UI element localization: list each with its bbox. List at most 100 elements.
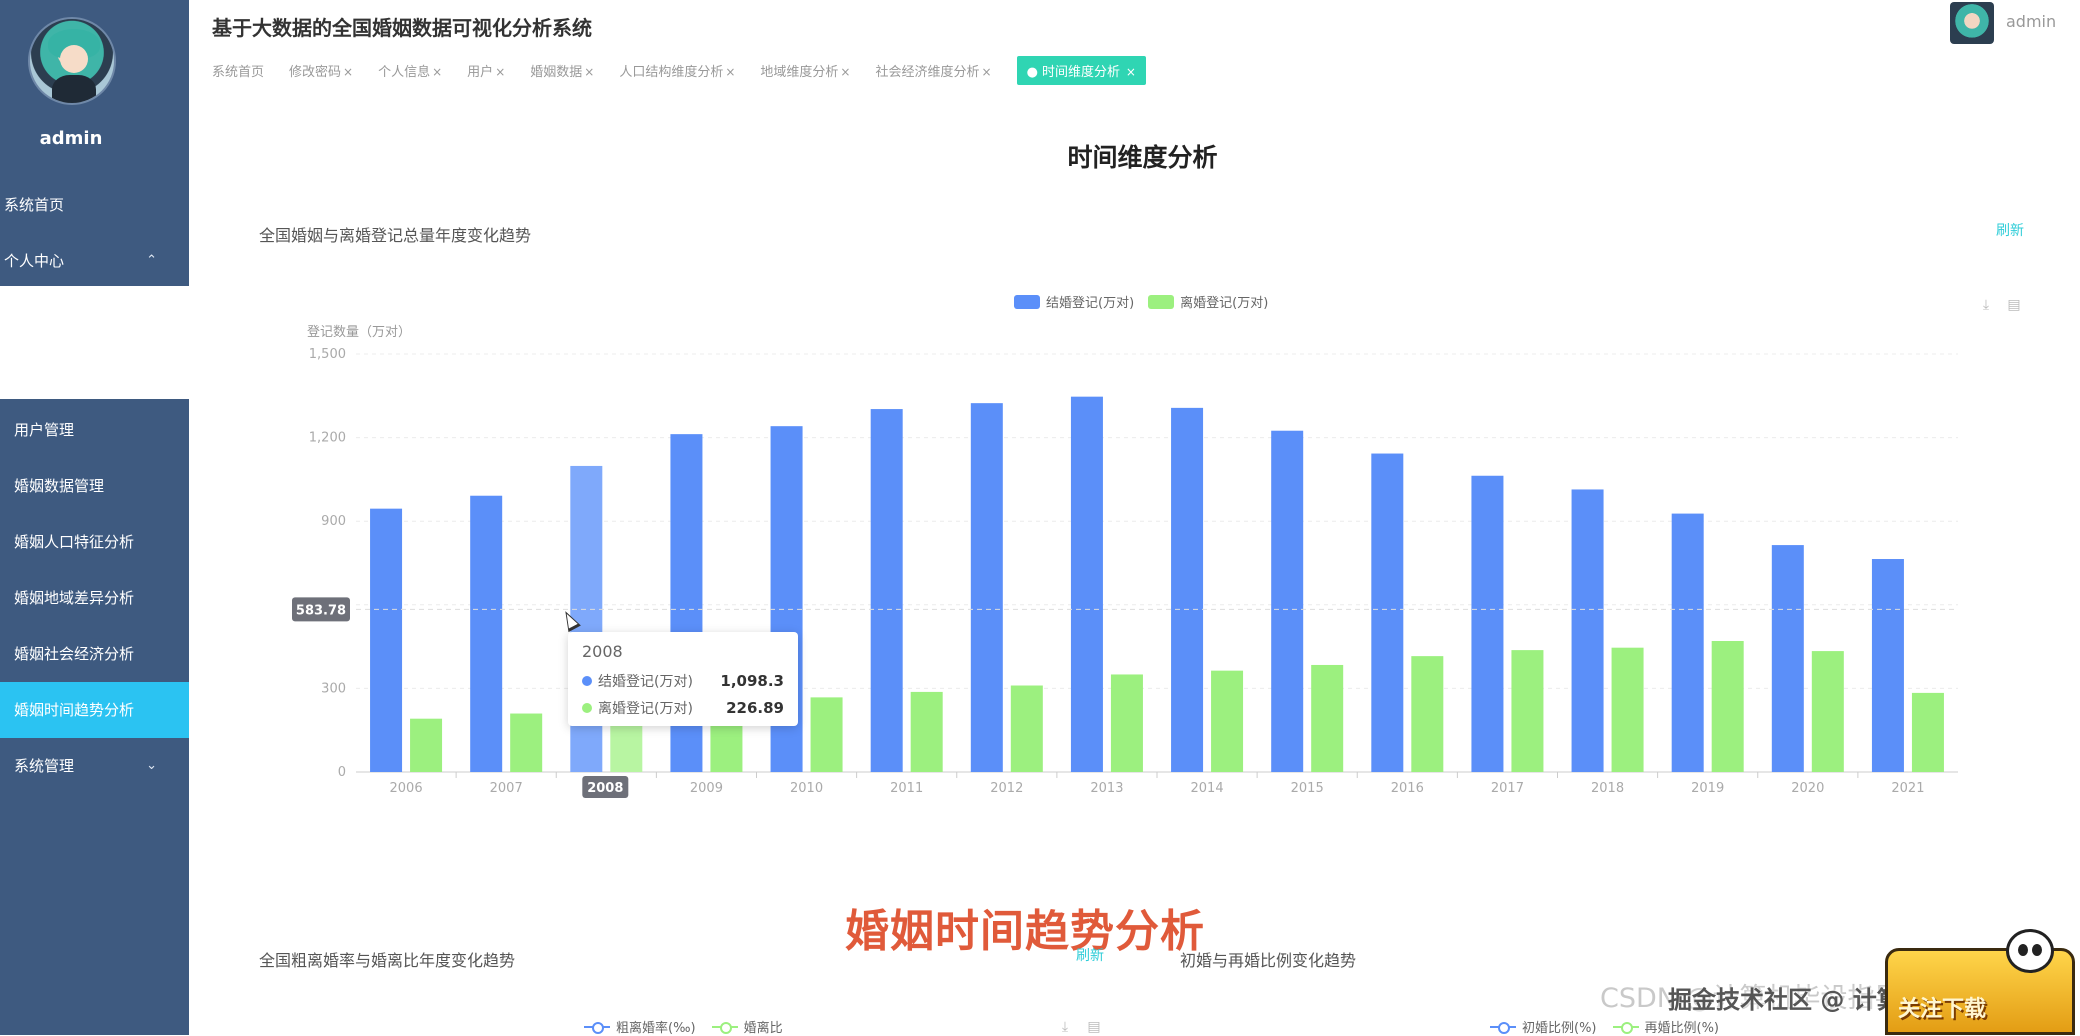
tab-bar: 系统首页 修改密码 × 个人信息 × 用户 × 婚姻数据 × 人口结构维度分析 × 地域维… [212,55,1146,85]
x-tick-label: 2010 [790,781,823,796]
sidebar-item-label: 婚姻数据管理 [14,477,105,495]
bar-divorce [1611,647,1644,772]
tooltip-dot [582,675,592,686]
x-tick-label: 2019 [1691,781,1724,796]
tab-marriage-data[interactable]: 婚姻数据 × [530,61,594,80]
tab-regional[interactable]: 地域维度分析 × [760,61,850,80]
user-avatar[interactable] [28,17,116,105]
bar-divorce [1010,685,1043,772]
close-icon[interactable]: × [495,65,505,79]
close-icon[interactable]: × [584,65,594,79]
refresh-button[interactable]: 刷新 [1076,945,1104,965]
tab-users[interactable]: 用户 × [467,61,505,80]
x-tick-label: 2021 [1891,781,1924,796]
axis-pointer-y-label: 583.78 [296,603,346,618]
legend-item[interactable]: 初婚比例(%) [1490,1017,1597,1036]
panda-sticker: 关注下载 [1885,929,2075,1035]
x-tick-label: 2016 [1391,781,1424,796]
bar-marriage [1271,430,1304,772]
sidebar-item-home[interactable]: 系统首页 [0,177,189,233]
sidebar-item-socioeconomic-analysis[interactable]: 婚姻社会经济分析 [0,626,189,682]
y-tick-label: 1,500 [309,347,346,362]
bar-marriage [1371,453,1404,772]
tab-home[interactable]: 系统首页 [212,61,264,80]
y-tick-label: 900 [321,514,346,529]
header-username[interactable]: admin [2006,12,2056,31]
legend-item[interactable]: 婚离比 [711,1017,783,1036]
download-icon[interactable]: ⤓ [1056,1018,1074,1036]
sidebar-item-label: 个人中心 [4,252,65,270]
bar-divorce [1311,664,1344,772]
axis-pointer-x-label: 2008 [587,781,623,796]
sidebar-item-label: 婚姻时间趋势分析 [14,701,135,719]
sidebar-item-label: 用户管理 [14,421,75,439]
bar-divorce [410,718,443,772]
chart-legend: 结婚登记(万对) 离婚登记(万对) [1014,292,1282,311]
bar-marriage [1871,559,1904,772]
bar-marriage [970,403,1003,772]
tab-population-structure[interactable]: 人口结构维度分析 × [619,61,735,80]
chart-tooltip: 2008 结婚登记(万对) 1,098.3 离婚登记(万对) 226.89 [568,632,798,726]
x-tick-label: 2015 [1291,781,1324,796]
sidebar-item-marriage-data-management[interactable]: 婚姻数据管理 [0,458,189,514]
x-tick-label: 2011 [890,781,923,796]
bar-marriage [870,409,903,772]
bar-marriage [1471,475,1504,772]
legend-item-divorce[interactable]: 离婚登记(万对) [1148,292,1268,311]
tab-time-dimension[interactable]: ● 时间维度分析 × [1016,55,1146,85]
bar-divorce [810,697,843,772]
legend-swatch [1148,294,1175,309]
tab-change-password[interactable]: 修改密码 × [289,61,353,80]
close-icon[interactable]: × [1122,65,1136,79]
card-title-divorce-rate: 全国粗离婚率与婚离比年度变化趋势 [259,951,516,970]
app-title: 基于大数据的全国婚姻数据可视化分析系统 [212,16,592,40]
close-icon[interactable]: × [343,65,353,79]
sidebar-gap [0,286,189,399]
x-tick-label: 2006 [390,781,423,796]
tooltip-row-marriage: 结婚登记(万对) 1,098.3 [582,667,784,694]
sidebar-item-population-analysis[interactable]: 婚姻人口特征分析 [0,514,189,570]
tab-personal-info[interactable]: 个人信息 × [378,61,442,80]
bar-marriage [370,508,403,772]
legend-item-marriage[interactable]: 结婚登记(万对) [1014,292,1134,311]
sidebar-item-user-management[interactable]: 用户管理 [0,402,189,458]
card-title-first-remarriage: 初婚与再婚比例变化趋势 [1180,951,1357,970]
close-icon[interactable]: × [840,65,850,79]
y-tick-label: 0 [338,765,346,780]
sidebar-item-label: 婚姻地域差异分析 [14,589,135,607]
tooltip-year: 2008 [582,642,623,661]
close-icon[interactable]: × [982,65,992,79]
legend-item[interactable]: 再婚比例(%) [1612,1017,1719,1036]
header-avatar[interactable] [1950,2,1994,44]
bar-marriage [1771,545,1804,772]
bar-divorce [910,691,943,772]
data-view-icon[interactable]: ▤ [2005,296,2023,314]
sidebar-item-label: 系统首页 [4,196,65,214]
x-tick-label: 2020 [1791,781,1824,796]
sidebar-item-system-management[interactable]: 系统管理 ⌄ [0,738,189,794]
close-icon[interactable]: × [432,65,442,79]
bar-divorce [1411,656,1444,772]
legend-item[interactable]: 粗离婚率(‰) [584,1017,696,1036]
chevron-up-icon: ⌃ [146,253,157,268]
tab-socioeconomic[interactable]: 社会经济维度分析 × [875,61,991,80]
data-view-icon[interactable]: ▤ [1085,1018,1103,1036]
x-tick-label: 2009 [690,781,723,796]
x-tick-label: 2012 [990,781,1023,796]
bar-divorce [510,713,543,772]
sidebar-item-label: 婚姻社会经济分析 [14,645,135,663]
sidebar-item-time-trend-analysis[interactable]: 婚姻时间趋势分析 [0,682,189,738]
page-title: 时间维度分析 [1067,143,1218,172]
tooltip-row-divorce: 离婚登记(万对) 226.89 [582,694,784,721]
x-tick-label: 2007 [490,781,523,796]
close-icon[interactable]: × [725,65,735,79]
y-tick-label: 1,200 [309,431,346,446]
sidebar-item-label: 婚姻人口特征分析 [14,533,135,551]
video-caption: 婚姻时间趋势分析 [845,906,1205,957]
x-tick-label: 2018 [1591,781,1624,796]
bar-marriage [1671,513,1704,772]
refresh-button[interactable]: 刷新 [1996,220,2024,240]
chart-legend-first-remarriage: 初婚比例(%) 再婚比例(%) [1490,1017,1735,1036]
sidebar-item-personal-center[interactable]: 个人中心 ⌃ [0,233,189,289]
sidebar-item-regional-analysis[interactable]: 婚姻地域差异分析 [0,570,189,626]
